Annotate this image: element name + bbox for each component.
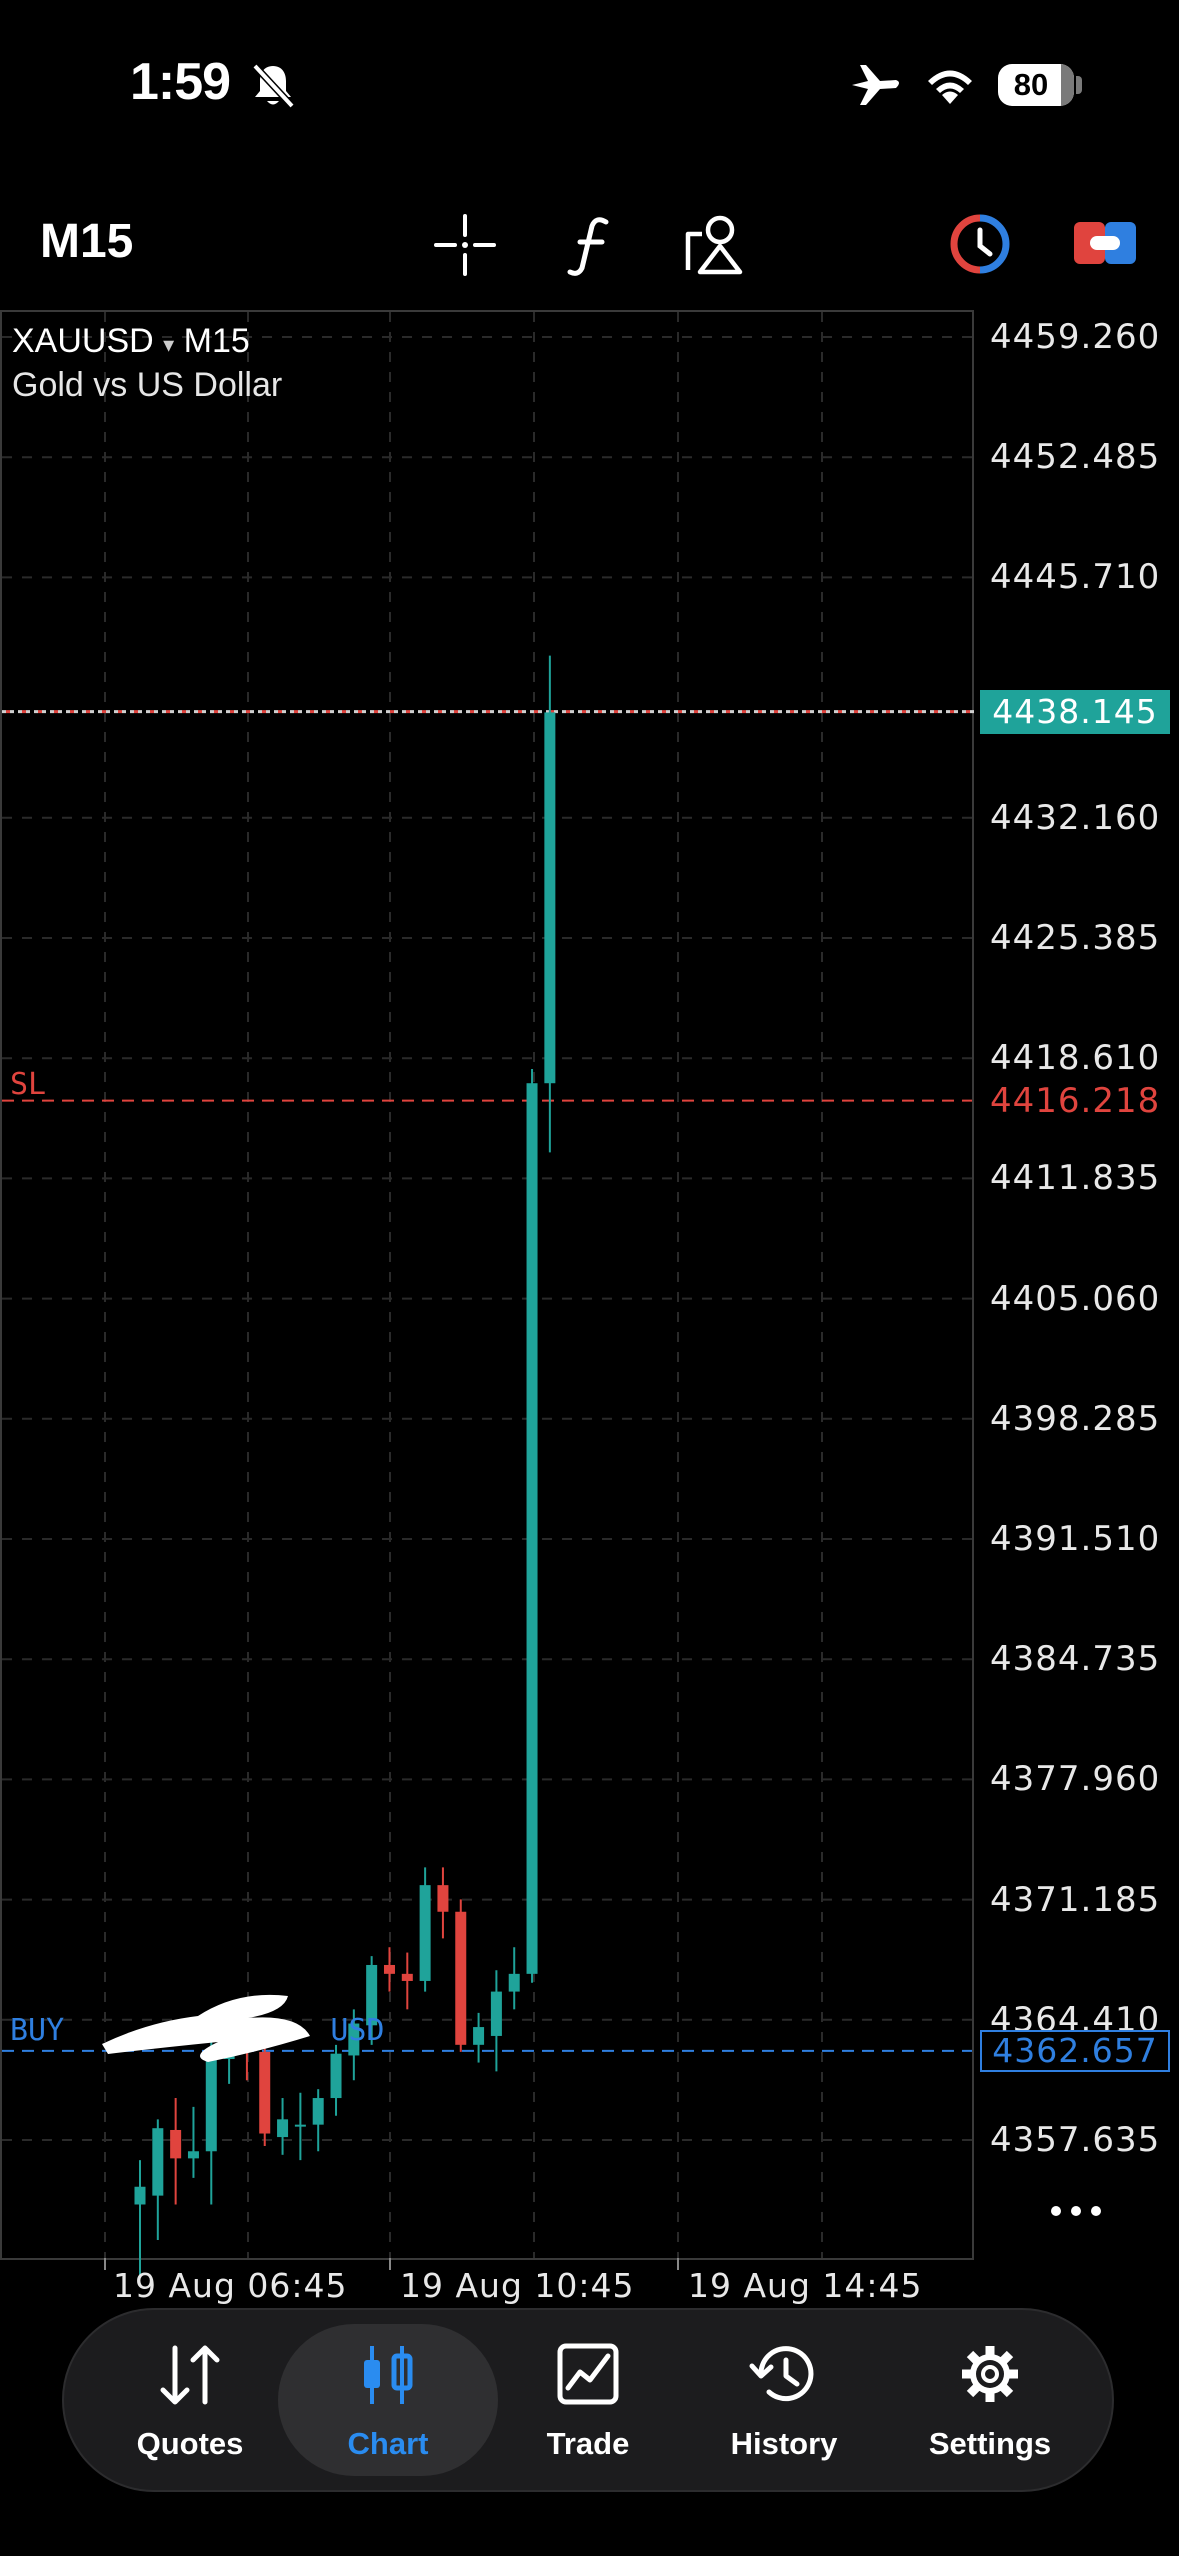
nav-chart[interactable]: Chart	[278, 2324, 498, 2476]
candle-body	[277, 2119, 289, 2138]
nav-history-label: History	[730, 2426, 838, 2461]
bottom-navigation: Quotes Chart Trade History Settings	[62, 2308, 1114, 2492]
trade-graph-icon	[557, 2343, 619, 2405]
chart-period: M15	[183, 322, 250, 360]
price-tick: 4371.185	[990, 1879, 1161, 1920]
symbol-dropdown-icon: ▾	[163, 332, 175, 357]
nav-chart-label: Chart	[347, 2426, 429, 2461]
redaction-scribble	[102, 1994, 310, 2062]
price-tick: 4384.735	[990, 1639, 1161, 1680]
price-tick: 4452.485	[990, 437, 1161, 478]
candle-body	[455, 1911, 467, 2045]
stop-loss-label: SL	[10, 1066, 47, 1102]
quotes-arrows-icon	[160, 2345, 220, 2405]
price-tick: 4377.960	[990, 1759, 1161, 1800]
symbol-name: XAUUSD	[12, 322, 154, 360]
price-tick: 4459.260	[990, 317, 1161, 357]
candle-body	[187, 2151, 199, 2159]
price-tick: 4357.635	[990, 2120, 1161, 2160]
candle-body	[419, 1885, 431, 1981]
stop-loss-price: 4416.218	[990, 1080, 1161, 1121]
nav-quotes-label: Quotes	[136, 2426, 244, 2461]
price-tick: 4411.835	[990, 1158, 1161, 1199]
time-tick: 19 Aug 10:45	[400, 2266, 635, 2305]
candle-body	[508, 1973, 520, 1992]
candle-body	[490, 1991, 502, 2036]
candle-body	[473, 2027, 485, 2045]
candle-body	[312, 2098, 324, 2125]
candle-body	[330, 2053, 342, 2099]
symbol-description: Gold vs US Dollar	[12, 366, 283, 404]
candle-body	[544, 712, 556, 1084]
buy-order-price: 4362.657	[980, 2029, 1170, 2072]
price-tick: 4432.160	[990, 797, 1161, 838]
time-tick: 19 Aug 14:45	[688, 2266, 923, 2305]
price-tick: 4405.060	[990, 1278, 1161, 1319]
price-tick: 4425.385	[990, 918, 1161, 958]
chart-candles-icon	[364, 2346, 413, 2404]
nav-history[interactable]: History	[684, 2310, 884, 2490]
candle-body	[152, 2128, 164, 2196]
price-tick: 4398.285	[990, 1398, 1161, 1439]
candle-body	[526, 1083, 538, 1974]
nav-quotes[interactable]: Quotes	[90, 2310, 290, 2490]
candle-body	[401, 1973, 413, 1981]
nav-trade[interactable]: Trade	[488, 2310, 688, 2490]
more-options-icon[interactable]	[1046, 2196, 1106, 2226]
candle-body	[294, 2124, 306, 2127]
history-clock-icon	[749, 2346, 814, 2402]
candle-body	[383, 1964, 395, 1974]
price-tick: 4445.710	[990, 557, 1161, 598]
nav-settings[interactable]: Settings	[890, 2310, 1090, 2490]
settings-gear-icon	[962, 2346, 1018, 2402]
candle-body	[134, 2186, 146, 2205]
candle-body	[170, 2129, 182, 2159]
chart-symbol-header[interactable]: XAUUSD ▾ M15	[12, 322, 250, 361]
buy-label-prefix: BUY	[10, 2012, 65, 2048]
candle-body	[437, 1885, 449, 1912]
price-tick: 4418.610	[990, 1038, 1161, 1079]
nav-trade-label: Trade	[546, 2426, 630, 2461]
nav-settings-label: Settings	[928, 2426, 1052, 2461]
time-tick: 19 Aug 06:45	[113, 2266, 348, 2305]
current-price-label: 4438.145	[980, 689, 1170, 734]
price-tick: 4391.510	[990, 1519, 1161, 1559]
buy-label-suffix: USD	[330, 2012, 385, 2048]
